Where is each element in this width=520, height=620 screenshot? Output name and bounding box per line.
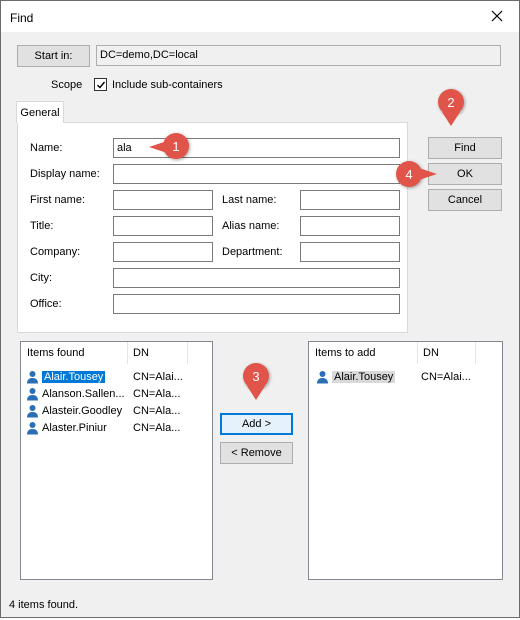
user-icon [27, 387, 38, 400]
item-dn: CN=Ala... [133, 404, 181, 417]
item-name: Alair.Tousey [42, 370, 106, 383]
find-dialog: Find Start in: DC=demo,DC=local Scope In… [0, 0, 520, 618]
find-button[interactable]: Find [428, 137, 502, 159]
items-to-add-column-header[interactable]: Items to add [309, 342, 417, 364]
display-name-input[interactable] [113, 164, 400, 184]
item-name: Alasteir.Goodley [42, 404, 123, 417]
office-label: Office: [30, 298, 62, 310]
include-subcontainers-label: Include sub-containers [112, 79, 223, 91]
title-bar: Find [1, 1, 519, 32]
cancel-button[interactable]: Cancel [428, 189, 502, 211]
status-text: 4 items found. [9, 599, 79, 611]
start-in-button[interactable]: Start in: [17, 45, 90, 67]
callout-pointer-icon [247, 386, 265, 400]
last-name-input[interactable] [300, 190, 400, 210]
window-title: Find [10, 11, 34, 25]
item-dn: CN=Ala... [133, 387, 181, 400]
first-name-label: First name: [30, 194, 86, 206]
user-icon [27, 370, 38, 383]
city-label: City: [30, 272, 52, 284]
title-label: Title: [30, 220, 54, 232]
items-found-list[interactable]: Items found DN Alair.Tousey CN=Alai... A… [20, 341, 213, 580]
company-label: Company: [30, 246, 81, 258]
add-button[interactable]: Add > [220, 413, 293, 435]
first-name-input[interactable] [113, 190, 213, 210]
display-name-label: Display name: [30, 168, 100, 180]
include-subcontainers-checkbox[interactable] [94, 78, 107, 91]
callout-pointer-icon [442, 112, 460, 126]
ok-button[interactable]: OK [428, 163, 502, 185]
dn-column-header[interactable]: DN [417, 342, 475, 364]
callout-pointer-icon [149, 141, 167, 153]
item-dn: CN=Alai... [421, 370, 471, 383]
tab-general[interactable]: General [16, 101, 64, 123]
close-icon[interactable] [482, 4, 512, 28]
checkmark-icon [96, 81, 105, 89]
user-icon [27, 404, 38, 417]
item-name: Alaster.Piniur [42, 421, 107, 434]
department-label: Department: [222, 246, 283, 258]
last-name-label: Last name: [222, 194, 277, 206]
list-item[interactable]: Alasteir.Goodley [26, 402, 122, 419]
items-to-add-list[interactable]: Items to add DN Alair.Tousey CN=Alai... [308, 341, 503, 580]
user-icon [27, 421, 38, 434]
list-item[interactable]: Alair.Tousey [316, 368, 396, 385]
item-dn: CN=Ala... [133, 421, 181, 434]
item-name: Alanson.Sallen... [42, 387, 125, 400]
list-item[interactable]: Alanson.Sallen... [26, 385, 125, 402]
office-input[interactable] [113, 294, 400, 314]
remove-button[interactable]: < Remove [220, 442, 293, 464]
callout-pointer-icon [419, 168, 437, 180]
list-item[interactable]: Alaster.Piniur [26, 419, 107, 436]
alias-name-label: Alias name: [222, 220, 280, 232]
column-divider[interactable] [187, 342, 188, 364]
department-input[interactable] [300, 242, 400, 262]
name-label: Name: [30, 142, 63, 154]
alias-name-input[interactable] [300, 216, 400, 236]
dn-column-header[interactable]: DN [127, 342, 187, 364]
scope-label: Scope [51, 79, 83, 91]
company-input[interactable] [113, 242, 213, 262]
user-icon [317, 370, 328, 383]
title-input[interactable] [113, 216, 213, 236]
list-item[interactable]: Alair.Tousey [26, 368, 106, 385]
city-input[interactable] [113, 268, 400, 288]
start-in-path-field: DC=demo,DC=local [96, 45, 501, 66]
items-found-column-header[interactable]: Items found [21, 342, 127, 364]
item-dn: CN=Alai... [133, 370, 183, 383]
column-divider[interactable] [475, 342, 476, 364]
item-name: Alair.Tousey [332, 370, 396, 383]
